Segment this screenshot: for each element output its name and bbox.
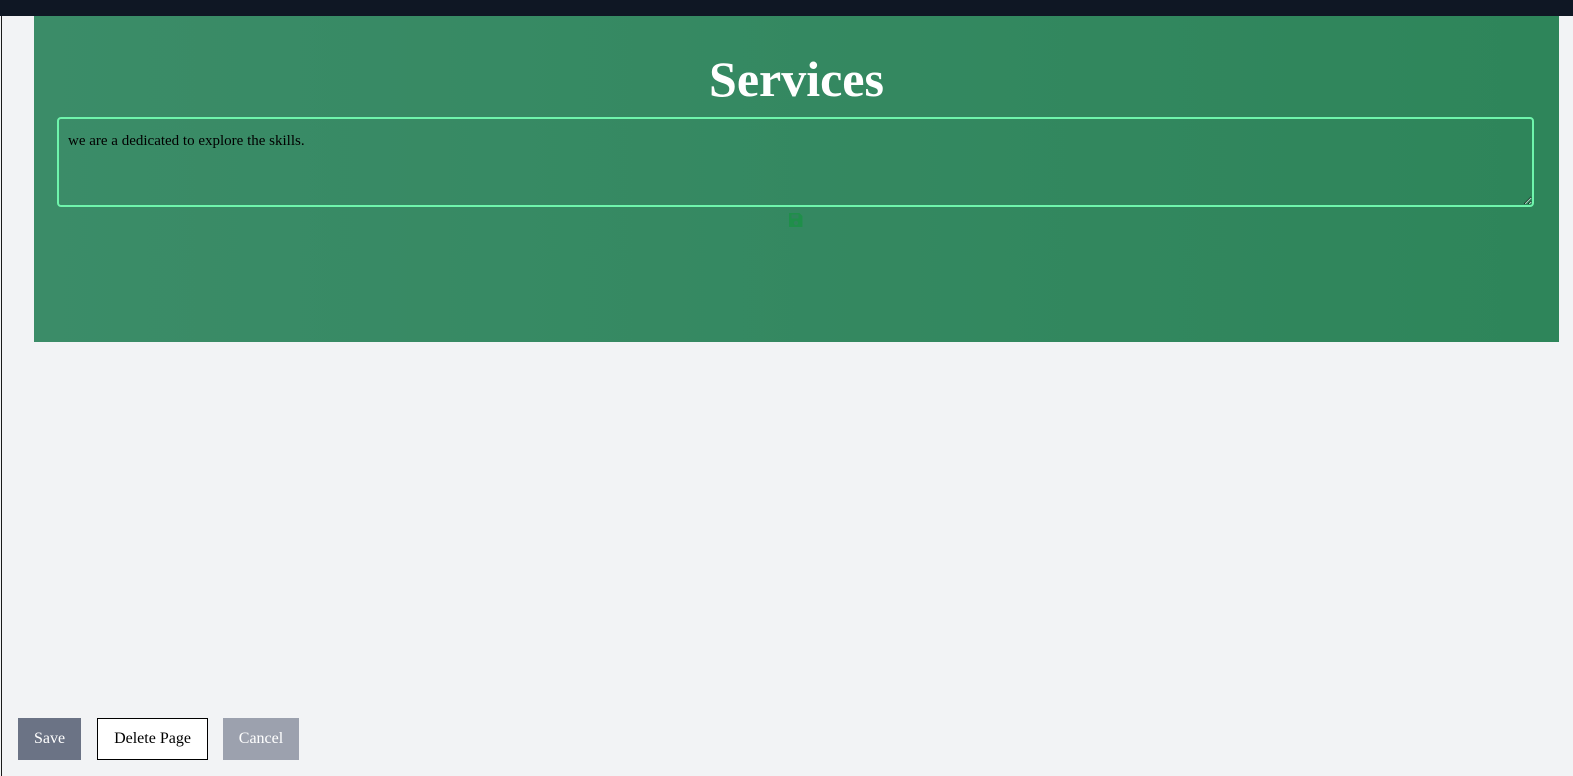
section-title: Services [709,51,884,107]
save-icon[interactable] [788,212,804,228]
save-button[interactable]: Save [18,718,81,760]
delete-page-button[interactable]: Delete Page [97,718,208,760]
floppy-disk-icon [789,213,803,227]
cancel-button[interactable]: Cancel [223,718,299,760]
top-bar [0,0,1573,16]
description-textarea[interactable]: we are a dedicated to explore the skills… [57,117,1534,207]
services-section: Services we are a dedicated to explore t… [34,16,1559,342]
left-divider [1,16,2,776]
